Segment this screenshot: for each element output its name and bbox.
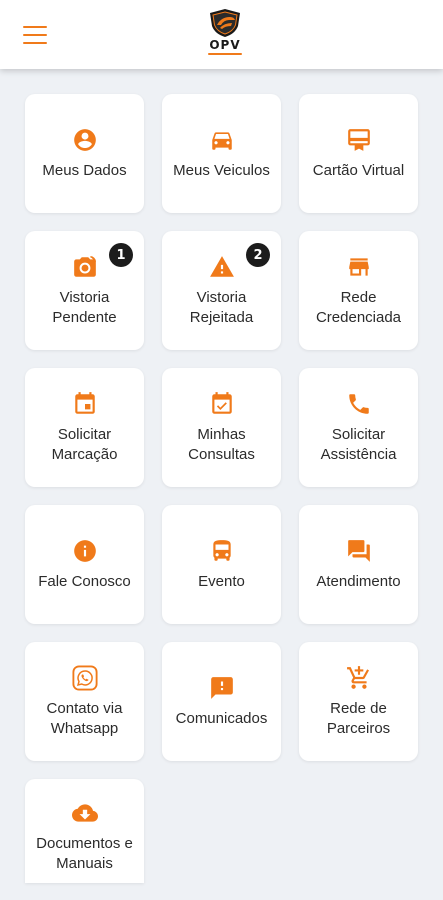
app-logo: OPV	[203, 8, 247, 62]
phone-icon	[346, 391, 372, 417]
shield-logo-icon	[210, 9, 240, 37]
hamburger-menu-icon[interactable]	[22, 24, 48, 46]
tile-label: Vistoria Pendente	[52, 288, 117, 326]
tile-label: Contato via Whatsapp	[46, 699, 123, 737]
tile-rede-credenciada[interactable]: Rede Credenciada	[299, 231, 418, 350]
feedback-icon	[209, 675, 235, 701]
tile-label: Cartão Virtual	[312, 161, 405, 179]
tile-solicitar-marcacao[interactable]: Solicitar Marcação	[25, 368, 144, 487]
tile-fale-conosco[interactable]: Fale Conosco	[25, 505, 144, 624]
tile-label: Evento	[198, 572, 245, 590]
info-icon	[72, 538, 98, 564]
tile-label: Rede de Parceiros	[326, 699, 391, 737]
tile-documentos-manuais[interactable]: Documentos e Manuais	[25, 779, 144, 883]
tile-cartao-virtual[interactable]: Cartão Virtual	[299, 94, 418, 213]
tile-evento[interactable]: Evento	[162, 505, 281, 624]
menu-grid: Meus Dados Meus Veiculos Cartão Virtual …	[0, 0, 443, 900]
tile-label: Rede Credenciada	[315, 288, 402, 326]
tile-meus-veiculos[interactable]: Meus Veiculos	[162, 94, 281, 213]
tile-vistoria-rejeitada[interactable]: 2 Vistoria Rejeitada	[162, 231, 281, 350]
tile-vistoria-pendente[interactable]: 1 Vistoria Pendente	[25, 231, 144, 350]
forum-icon	[346, 538, 372, 564]
tile-label: Meus Veiculos	[173, 161, 270, 179]
tile-atendimento[interactable]: Atendimento	[299, 505, 418, 624]
tile-label: Solicitar Marcação	[51, 425, 118, 463]
tile-label: Fale Conosco	[38, 572, 131, 590]
cloud-download-icon	[71, 800, 98, 826]
warning-icon	[209, 254, 235, 280]
store-icon	[346, 254, 372, 280]
tile-label: Vistoria Rejeitada	[189, 288, 254, 326]
tile-label: Documentos e Manuais	[36, 835, 133, 872]
car-icon	[209, 127, 235, 153]
tile-minhas-consultas[interactable]: Minhas Consultas	[162, 368, 281, 487]
logo-underline	[208, 53, 242, 55]
whatsapp-icon	[71, 664, 98, 691]
tile-label: Meus Dados	[42, 161, 127, 179]
tile-label: Comunicados	[175, 709, 268, 727]
tile-label: Atendimento	[316, 572, 401, 590]
notification-badge: 2	[246, 243, 270, 267]
tile-label: Minhas Consultas	[188, 425, 255, 463]
card-membership-icon	[346, 127, 372, 153]
tile-label: Solicitar Assistência	[320, 425, 397, 463]
notification-badge: 1	[109, 243, 133, 267]
app-bar: OPV	[0, 0, 443, 69]
cart-add-icon	[346, 665, 372, 691]
calendar-check-icon	[209, 391, 235, 417]
calendar-event-icon	[72, 391, 98, 417]
account-circle-icon	[72, 127, 98, 153]
tile-comunicados[interactable]: Comunicados	[162, 642, 281, 761]
bus-icon	[209, 538, 235, 564]
tile-contato-whatsapp[interactable]: Contato via Whatsapp	[25, 642, 144, 761]
tile-meus-dados[interactable]: Meus Dados	[25, 94, 144, 213]
camera-rotate-icon	[72, 254, 98, 280]
logo-text: OPV	[209, 38, 241, 52]
tile-solicitar-assistencia[interactable]: Solicitar Assistência	[299, 368, 418, 487]
tile-rede-de-parceiros[interactable]: Rede de Parceiros	[299, 642, 418, 761]
